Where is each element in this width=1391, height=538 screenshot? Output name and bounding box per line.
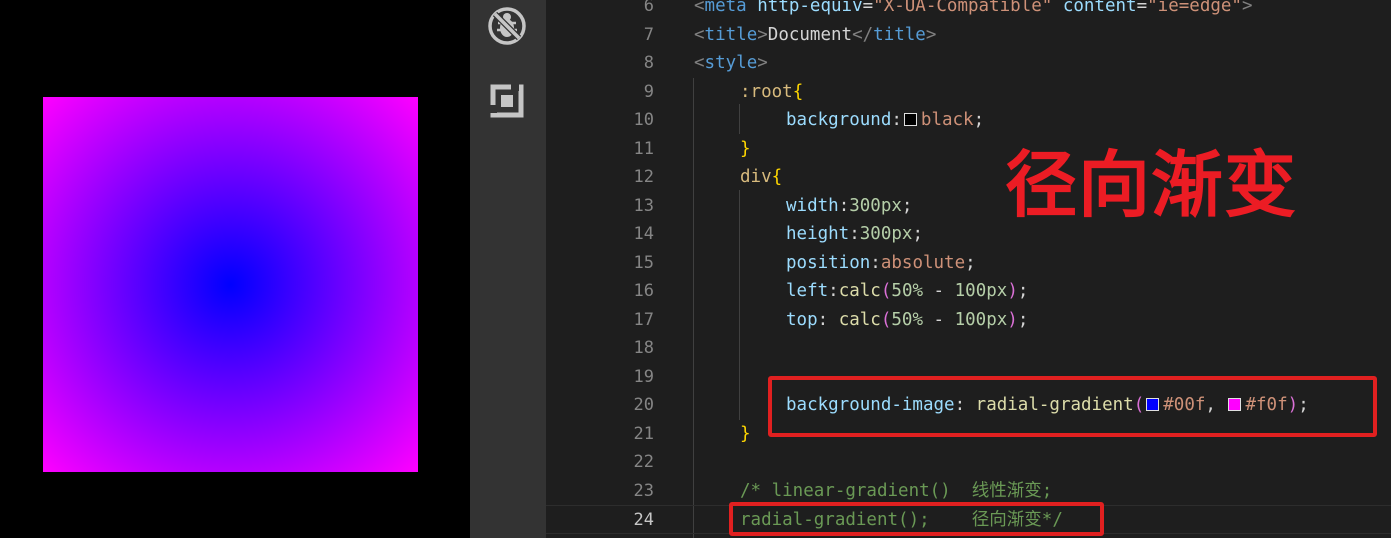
code-text: height:300px; xyxy=(786,224,923,244)
line-number: 12 xyxy=(633,167,654,187)
code-line: 10 background: black; xyxy=(546,106,1391,135)
line-number: 6 xyxy=(643,0,654,16)
line-number: 19 xyxy=(633,366,654,387)
code-text: :root{ xyxy=(740,81,804,102)
code-text: } xyxy=(740,423,751,444)
code-line: 7 <title>Document</title> xyxy=(546,21,1391,50)
line-number: 17 xyxy=(633,309,654,330)
line-number: 7 xyxy=(643,24,654,45)
color-swatch[interactable] xyxy=(903,113,917,126)
line-number: 24 xyxy=(633,510,654,530)
code-text: top: calc(50% - 100px); xyxy=(786,309,1029,330)
highlight-box-comment-line xyxy=(729,502,1104,536)
code-text: /* linear-gradient() 线性渐变; xyxy=(740,480,1053,501)
activity-bar xyxy=(470,0,546,538)
callout-title: 径向渐变 xyxy=(1005,143,1298,227)
line-number: 8 xyxy=(643,53,654,73)
line-number: 14 xyxy=(633,224,654,244)
code-text: width:300px; xyxy=(786,195,913,216)
code-line: 6 <meta http-equiv="X-UA-Compatible" con… xyxy=(546,0,1391,21)
code-line: 23 /* linear-gradient() 线性渐变; xyxy=(546,477,1391,506)
debug-disabled-icon[interactable] xyxy=(487,6,527,46)
line-number: 23 xyxy=(633,480,654,501)
line-number: 22 xyxy=(633,452,654,472)
code-text: position:absolute; xyxy=(786,252,976,273)
line-number: 15 xyxy=(633,252,654,273)
code-editor[interactable]: 6 <meta http-equiv="X-UA-Compatible" con… xyxy=(546,0,1391,538)
line-number: 20 xyxy=(633,395,654,415)
code-line: 22 xyxy=(546,448,1391,477)
highlight-box-gradient-line xyxy=(768,376,1377,437)
code-text: } xyxy=(740,138,751,159)
code-line: 9 :root{ xyxy=(546,78,1391,107)
code-line: 17 top: calc(50% - 100px); xyxy=(546,306,1391,335)
extensions-icon[interactable] xyxy=(487,81,527,121)
code-line: 18 xyxy=(546,334,1391,363)
radial-gradient-box xyxy=(43,97,418,472)
code-line: 16 left:calc(50% - 100px); xyxy=(546,277,1391,306)
line-number: 11 xyxy=(633,138,654,159)
line-number: 10 xyxy=(633,110,654,130)
code-text: <meta http-equiv="X-UA-Compatible" conte… xyxy=(694,0,1253,16)
code-text: <style> xyxy=(694,53,768,73)
code-text: div{ xyxy=(740,167,783,187)
code-text: background: black; xyxy=(786,110,985,130)
line-number: 18 xyxy=(633,338,654,358)
line-number: 16 xyxy=(633,281,654,301)
code-text: left:calc(50% - 100px); xyxy=(786,281,1029,301)
line-number: 21 xyxy=(633,423,654,444)
code-line: 15 position:absolute; xyxy=(546,249,1391,278)
code-text: <title>Document</title> xyxy=(694,24,937,45)
line-number: 13 xyxy=(633,195,654,216)
code-line: 8 <style> xyxy=(546,49,1391,78)
browser-preview xyxy=(0,0,470,538)
line-number: 9 xyxy=(643,81,654,102)
